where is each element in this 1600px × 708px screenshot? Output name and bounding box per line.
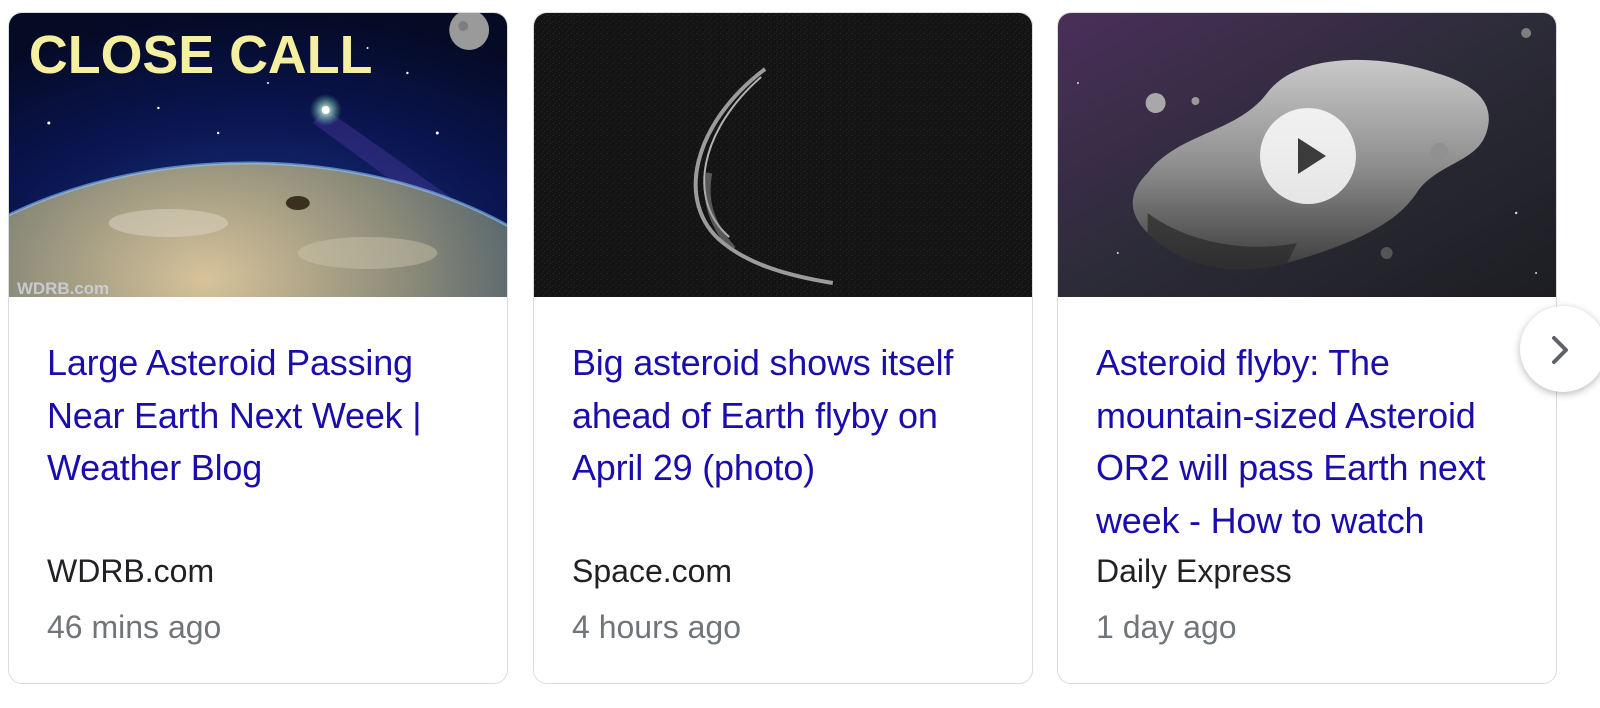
news-time: 1 day ago bbox=[1096, 609, 1237, 645]
news-headline[interactable]: Big asteroid shows itself ahead of Earth… bbox=[572, 337, 1004, 495]
news-headline[interactable]: Large Asteroid Passing Near Earth Next W… bbox=[47, 337, 479, 495]
news-thumbnail-asteroid-video[interactable] bbox=[1058, 13, 1556, 297]
earth-space-image: CLOSE CALL WDRB.com bbox=[9, 13, 507, 297]
carousel-next-button[interactable] bbox=[1520, 306, 1600, 392]
news-source: WDRB.com bbox=[47, 553, 215, 589]
news-thumbnail-asteroid-radar[interactable] bbox=[534, 13, 1032, 297]
thumbnail-watermark: WDRB.com bbox=[17, 279, 109, 297]
play-video-button[interactable] bbox=[1260, 108, 1356, 204]
news-source: Daily Express bbox=[1096, 553, 1292, 589]
news-card-1[interactable]: CLOSE CALL WDRB.com Large Asteroid Passi… bbox=[8, 12, 508, 684]
news-headline[interactable]: Asteroid flyby: The mountain-sized Aster… bbox=[1096, 337, 1528, 547]
news-time: 4 hours ago bbox=[572, 609, 742, 645]
news-source: Space.com bbox=[572, 553, 733, 589]
thumbnail-caption: CLOSE CALL bbox=[29, 25, 373, 85]
chevron-right-icon bbox=[1552, 336, 1568, 364]
news-card-3[interactable]: Asteroid flyby: The mountain-sized Aster… bbox=[1057, 12, 1557, 684]
news-thumbnail-earth[interactable]: CLOSE CALL WDRB.com bbox=[9, 13, 507, 297]
play-icon bbox=[1298, 138, 1326, 174]
news-card-2[interactable]: Big asteroid shows itself ahead of Earth… bbox=[533, 12, 1033, 684]
asteroid-radar-image bbox=[534, 13, 1032, 297]
news-time: 46 mins ago bbox=[47, 609, 222, 645]
